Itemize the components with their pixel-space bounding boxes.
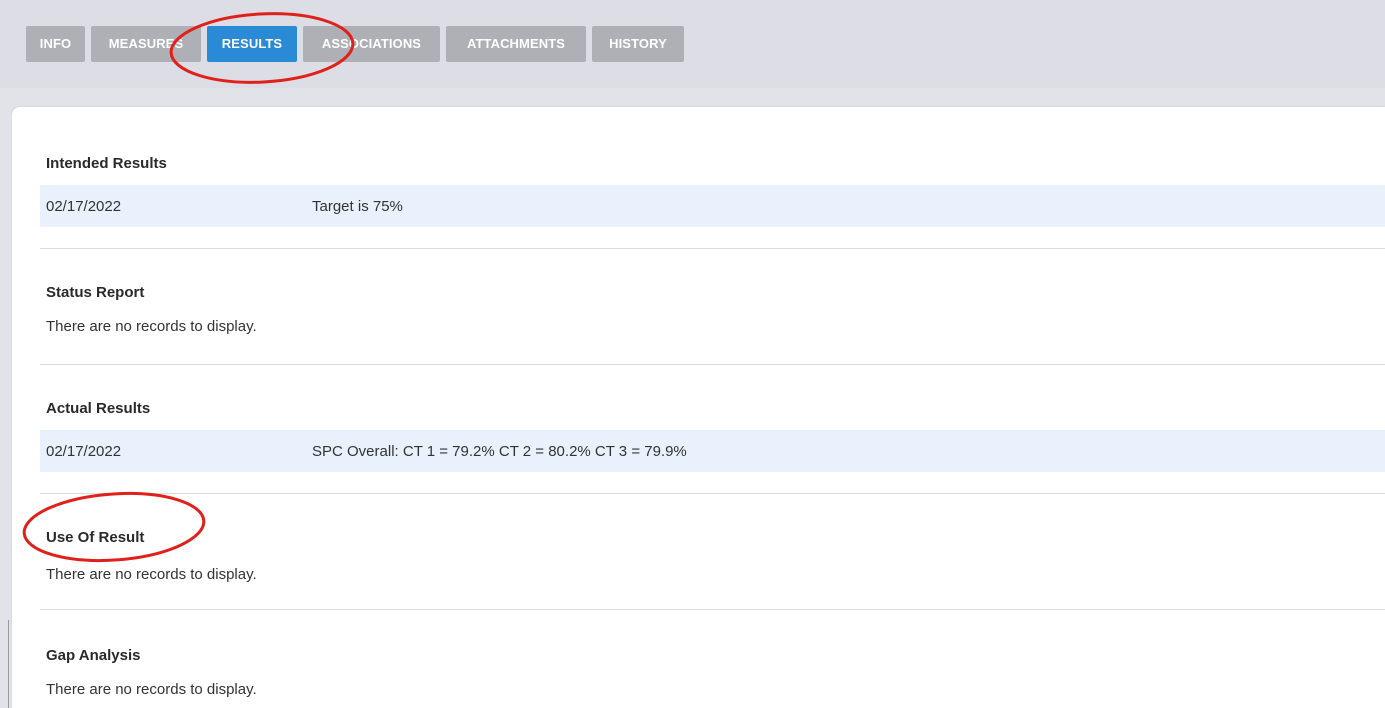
tab-measures[interactable]: MEASURES — [91, 26, 201, 62]
divider — [40, 493, 1385, 494]
row-date: 02/17/2022 — [46, 198, 122, 215]
tab-attachments[interactable]: ATTACHMENTS — [446, 26, 586, 62]
actual-results-row[interactable]: 02/17/2022 SPC Overall: CT 1 = 79.2% CT … — [40, 430, 1385, 472]
intended-results-title: Intended Results — [46, 155, 167, 172]
use-of-result-title: Use Of Result — [46, 529, 145, 546]
divider — [40, 248, 1385, 249]
actual-results-title: Actual Results — [46, 400, 151, 417]
row-description: SPC Overall: CT 1 = 79.2% CT 2 = 80.2% C… — [312, 443, 687, 460]
tabs: INFO MEASURES RESULTS ASSOCIATIONS ATTAC… — [26, 26, 684, 62]
intended-results-row[interactable]: 02/17/2022 Target is 75% — [40, 185, 1385, 227]
status-report-empty: There are no records to display. — [46, 318, 257, 335]
tab-info[interactable]: INFO — [26, 26, 85, 62]
left-border — [8, 620, 9, 708]
gap-analysis-title: Gap Analysis — [46, 647, 141, 664]
results-panel: Intended Results 02/17/2022 Target is 75… — [12, 107, 1385, 708]
tab-associations[interactable]: ASSOCIATIONS — [303, 26, 440, 62]
row-description: Target is 75% — [312, 198, 403, 215]
divider — [40, 609, 1385, 610]
tab-bar: INFO MEASURES RESULTS ASSOCIATIONS ATTAC… — [0, 0, 1385, 88]
divider — [40, 364, 1385, 365]
row-date: 02/17/2022 — [46, 443, 122, 460]
use-of-result-empty: There are no records to display. — [46, 566, 257, 583]
gap-analysis-empty: There are no records to display. — [46, 681, 257, 698]
status-report-title: Status Report — [46, 284, 145, 301]
tab-results[interactable]: RESULTS — [207, 26, 297, 62]
tab-history[interactable]: HISTORY — [592, 26, 684, 62]
